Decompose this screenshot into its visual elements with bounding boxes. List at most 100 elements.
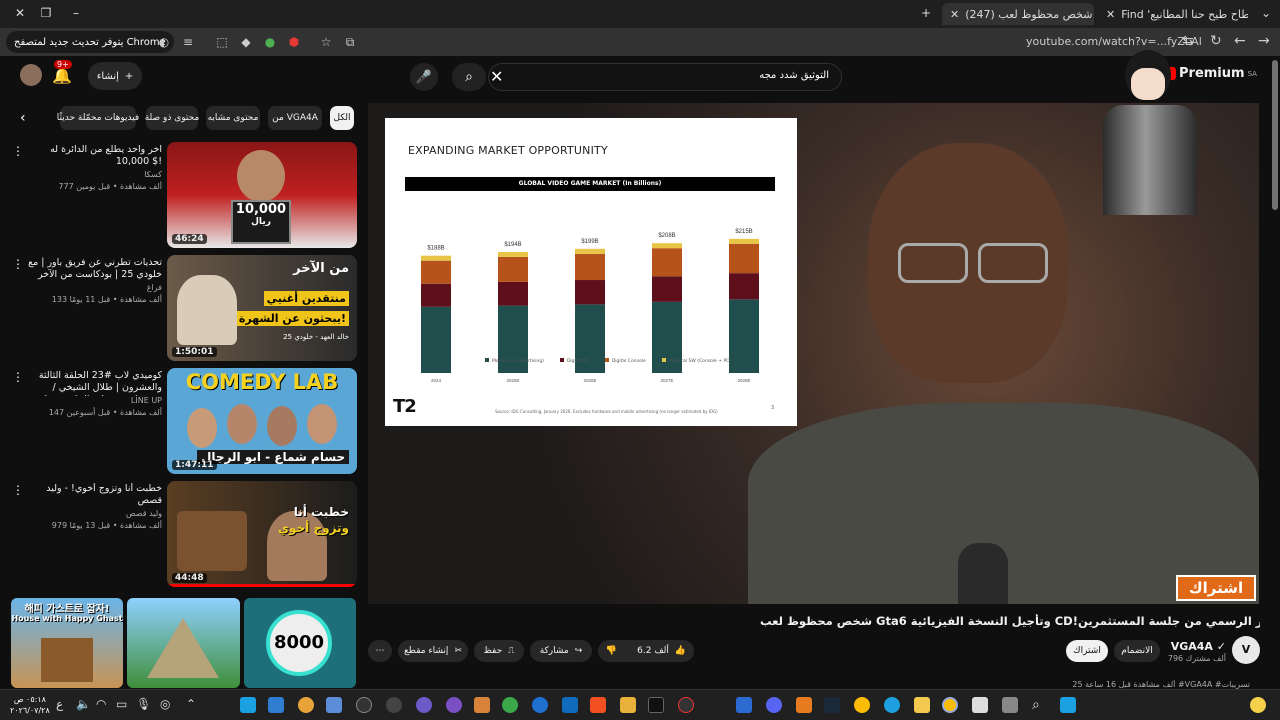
short-thumbnail[interactable]: 해피 가스트로 잡자! House with Happy Ghast bbox=[11, 598, 123, 688]
taskbar-app-icon[interactable] bbox=[678, 697, 694, 713]
chip-similar[interactable]: محتوى مشابه bbox=[206, 106, 260, 130]
create-button[interactable]: إنشاء + bbox=[88, 62, 142, 90]
search-icon[interactable]: ⌕ bbox=[1032, 697, 1040, 713]
chip-related[interactable]: محتوى ذو صلة bbox=[145, 106, 199, 130]
rec-channel[interactable]: LINE UP bbox=[28, 396, 162, 405]
install-app-icon[interactable]: ⧉ bbox=[342, 34, 358, 50]
system-clock[interactable]: ٠٥:١٨ ص ٢٠٢٦/٠٧/٢٨ bbox=[10, 694, 50, 716]
taskbar-app-icon[interactable] bbox=[972, 697, 988, 713]
epic-games-icon[interactable] bbox=[648, 697, 664, 713]
weather-icon[interactable] bbox=[1250, 697, 1266, 713]
more-actions-button[interactable]: ⋯ bbox=[368, 640, 392, 662]
description-preview[interactable]: 25 ألف مشاهدة قبل 16 ساعة #VGA4A #تسريبا… bbox=[1060, 680, 1250, 689]
short-thumbnail[interactable]: 8000 bbox=[244, 598, 356, 688]
clear-search-icon[interactable]: ✕ bbox=[490, 67, 503, 86]
more-options-icon[interactable]: ⋮ bbox=[12, 370, 24, 384]
rec-channel[interactable]: فراغ bbox=[28, 283, 162, 292]
channel-avatar[interactable]: V bbox=[1232, 636, 1260, 664]
taskbar-app-icon[interactable] bbox=[416, 697, 432, 713]
page-scrollbar[interactable] bbox=[1272, 60, 1278, 210]
start-icon[interactable] bbox=[1060, 697, 1076, 713]
tab-current-video[interactable]: ✕ (247) شخص محظوظ لعب G bbox=[942, 3, 1094, 25]
extension-icon[interactable]: ⬢ bbox=[286, 34, 302, 50]
close-tab-icon[interactable]: ✕ bbox=[1106, 8, 1115, 21]
taskbar-app-icon[interactable] bbox=[386, 697, 402, 713]
list-item[interactable]: ⋮ كوميدي لاب #23 الحلقة الثالثة والعشرون… bbox=[0, 368, 360, 476]
list-item[interactable]: ⋮ تحديات تطرني عن فريق باور | مع خلودي 2… bbox=[0, 255, 360, 363]
mic-tray-icon[interactable]: 🎙 bbox=[136, 697, 151, 711]
rec-title[interactable]: كوميدي لاب #23 الحلقة الثالثة والعشرون |… bbox=[28, 370, 162, 396]
taskbar-app-icon[interactable] bbox=[268, 697, 284, 713]
taskbar-app-icon[interactable] bbox=[562, 697, 578, 713]
chevron-up-icon[interactable]: ⌃ bbox=[186, 697, 196, 711]
rec-thumbnail[interactable]: 10,000 ريال bbox=[167, 142, 357, 248]
like-icon[interactable]: 👍 bbox=[675, 646, 686, 656]
minimize-window-icon[interactable]: – bbox=[66, 6, 86, 20]
rec-channel[interactable]: كسكا bbox=[28, 170, 162, 179]
rec-thumbnail[interactable]: COMEDY LAB حسام شماع - ابو الرجال bbox=[167, 368, 357, 474]
volume-icon[interactable]: 🔈 bbox=[76, 697, 91, 711]
reload-icon[interactable]: ↻ bbox=[1210, 33, 1222, 49]
taskbar-app-icon[interactable] bbox=[532, 697, 548, 713]
close-window-icon[interactable]: ✕ bbox=[10, 6, 30, 20]
chip-from-channel[interactable]: من VGA4A bbox=[268, 106, 322, 130]
chrome-icon[interactable] bbox=[854, 697, 870, 713]
rec-channel[interactable]: وليد قصص bbox=[28, 509, 162, 518]
forward-icon[interactable]: ← bbox=[1234, 33, 1246, 49]
bookmark-star-icon[interactable]: ☆ bbox=[318, 34, 334, 50]
network-icon[interactable]: ▭ bbox=[116, 697, 127, 711]
join-button[interactable]: الانضمام bbox=[1114, 640, 1160, 662]
more-options-icon[interactable]: ⋮ bbox=[12, 483, 24, 497]
discord-icon[interactable] bbox=[766, 697, 782, 713]
channel-name[interactable]: VGA4A ✓ bbox=[1160, 640, 1226, 653]
extension-icon[interactable]: ◐ bbox=[156, 34, 172, 50]
rec-thumbnail[interactable]: من الآخر منتقدين أغنيي يبحثون عن الشهرة!… bbox=[167, 255, 357, 361]
taskbar-app-icon[interactable] bbox=[326, 697, 342, 713]
taskbar-app-icon[interactable] bbox=[796, 697, 812, 713]
search-button[interactable]: ⌕ bbox=[452, 63, 486, 91]
chrome-active-icon[interactable] bbox=[942, 697, 958, 713]
search-input[interactable]: التوثيق شدد مجه bbox=[488, 63, 842, 91]
save-button[interactable]: حفظ ⎍ bbox=[474, 640, 524, 662]
rec-title[interactable]: خطبت أنا وتزوج أخوي! - وليد قصص bbox=[28, 483, 162, 507]
list-item[interactable]: ⋮ خطبت أنا وتزوج أخوي! - وليد قصص وليد ق… bbox=[0, 481, 360, 589]
tab-find[interactable]: ✕ Find 'طاح طيح حنا المطانيع' on bbox=[1098, 3, 1248, 25]
account-avatar[interactable] bbox=[20, 64, 42, 86]
taskbar-app-icon[interactable] bbox=[240, 697, 256, 713]
share-button[interactable]: مشاركة ↪ bbox=[530, 640, 592, 662]
new-tab-icon[interactable]: + bbox=[916, 6, 936, 20]
clip-button[interactable]: إنشاء مقطع ✂ bbox=[398, 640, 468, 662]
maximize-window-icon[interactable]: ❐ bbox=[36, 6, 56, 20]
list-item[interactable]: ⋮ اخر واحد يطلع من الدائرة له 10,000 $! … bbox=[0, 142, 360, 250]
rec-thumbnail[interactable]: خطبت أنا وتزوج أخوي bbox=[167, 481, 357, 587]
steam-icon[interactable] bbox=[824, 697, 840, 713]
tray-icon[interactable]: ◎ bbox=[160, 697, 170, 711]
taskbar-app-icon[interactable] bbox=[474, 697, 490, 713]
taskbar-app-icon[interactable] bbox=[298, 697, 314, 713]
chrome-update-button[interactable]: يتوفر تحديث جديد لمتصفح Chrome bbox=[6, 31, 174, 53]
chip-all[interactable]: الكل bbox=[330, 106, 354, 130]
extension-icon[interactable]: ◆ bbox=[238, 34, 254, 50]
taskbar-app-icon[interactable] bbox=[502, 697, 518, 713]
notification-center-icon[interactable]: ع bbox=[56, 697, 63, 711]
back-icon[interactable]: → bbox=[1258, 33, 1270, 49]
extension-icon[interactable]: ≡ bbox=[180, 34, 196, 50]
extension-icon[interactable]: ⬚ bbox=[214, 34, 230, 50]
subscribe-button[interactable]: اشتراك bbox=[1066, 640, 1108, 662]
taskbar-app-icon[interactable] bbox=[446, 697, 462, 713]
site-settings-icon[interactable]: ⇆ bbox=[1182, 33, 1194, 49]
edge-icon[interactable] bbox=[884, 697, 900, 713]
task-view-icon[interactable] bbox=[1002, 697, 1018, 713]
url-text[interactable]: youtube.com/watch?v=...fyZLAl bbox=[1026, 35, 1202, 48]
dislike-icon[interactable]: 👎 bbox=[606, 646, 617, 656]
tab-search-icon[interactable]: ⌄ bbox=[1256, 6, 1276, 20]
taskbar-app-icon[interactable] bbox=[620, 697, 636, 713]
chip-recently-uploaded[interactable]: فيديوهات محمّلة حديثًا bbox=[57, 106, 139, 130]
more-options-icon[interactable]: ⋮ bbox=[12, 144, 24, 158]
taskbar-app-icon[interactable] bbox=[736, 697, 752, 713]
short-thumbnail[interactable] bbox=[127, 598, 240, 688]
chevron-left-icon[interactable]: ‹ bbox=[20, 110, 26, 126]
taskbar-app-icon[interactable] bbox=[356, 697, 372, 713]
more-options-icon[interactable]: ⋮ bbox=[12, 257, 24, 271]
wifi-icon[interactable]: ◠ bbox=[96, 697, 106, 711]
